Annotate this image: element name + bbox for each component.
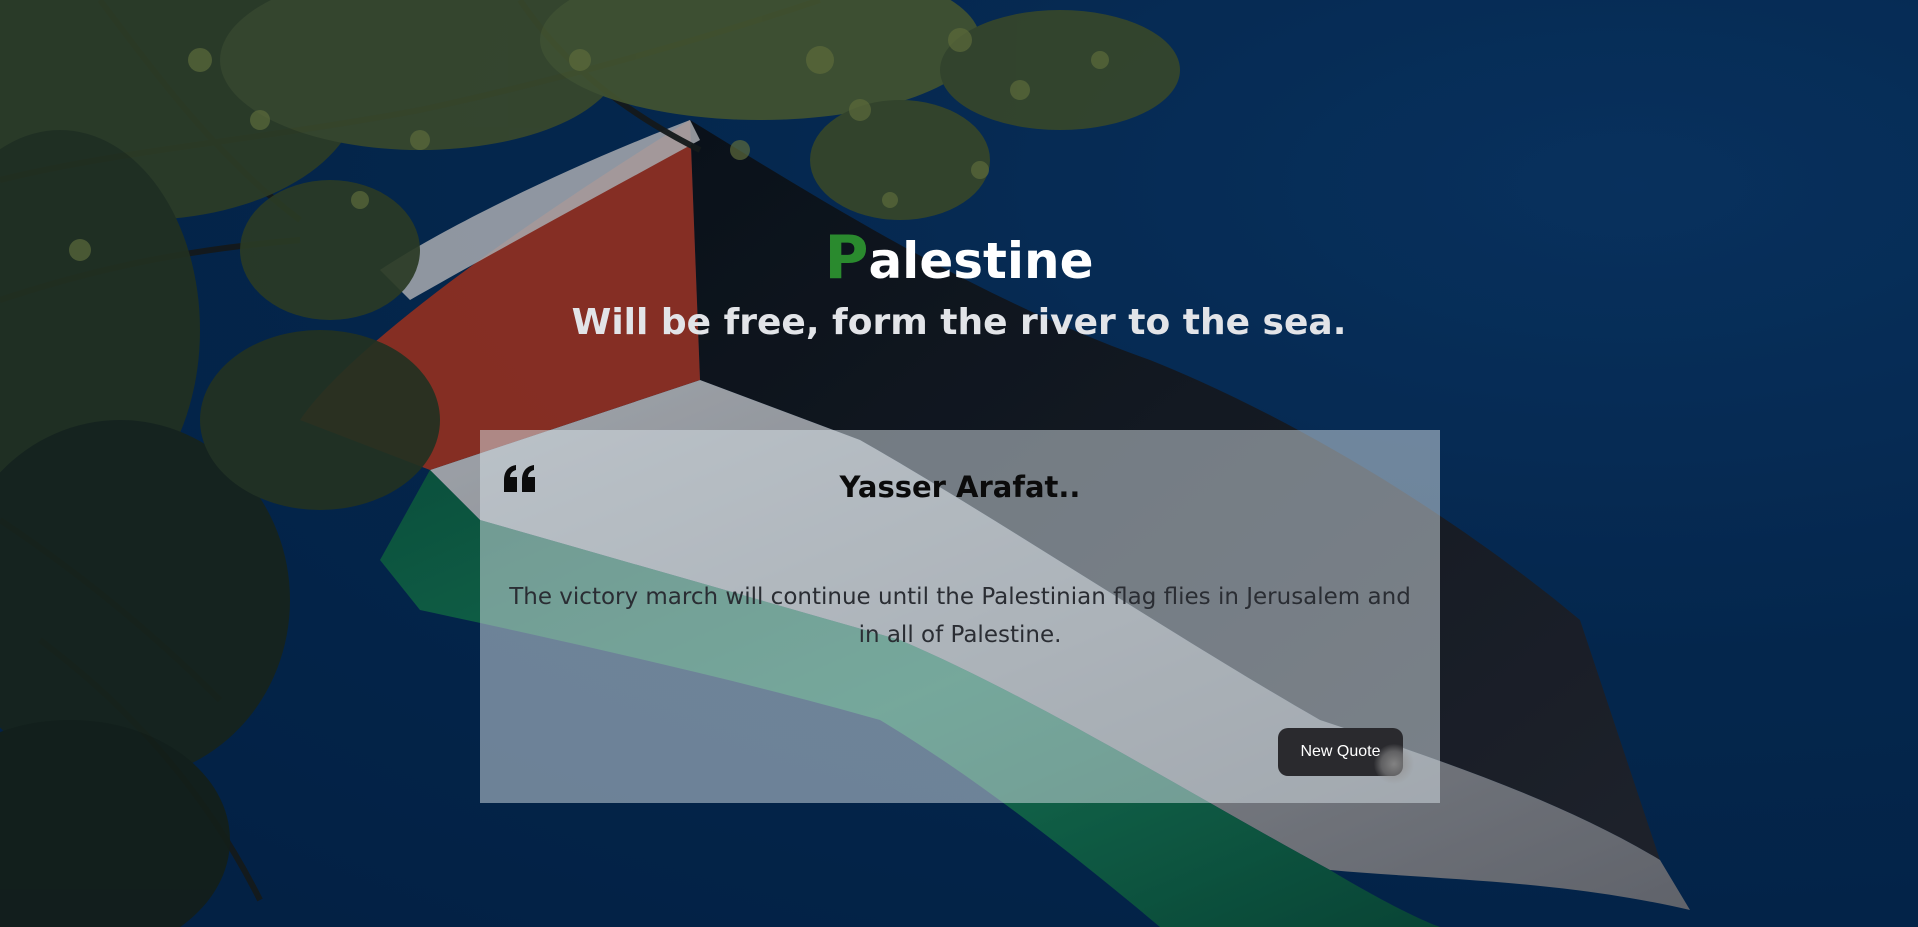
page-title: Palestine — [0, 228, 1918, 291]
quote-text: The victory march will continue until th… — [509, 584, 1411, 648]
quote-card: Yasser Arafat.. The victory march will c… — [480, 430, 1440, 803]
title-rest: alestine — [868, 232, 1094, 290]
quote-author: Yasser Arafat.. — [839, 470, 1081, 504]
page: Palestine Will be free, form the river t… — [0, 0, 1918, 927]
new-quote-button[interactable]: New Quote — [1278, 728, 1403, 776]
hero-header: Palestine Will be free, form the river t… — [0, 228, 1918, 345]
title-initial-letter: P — [824, 223, 869, 293]
page-subtitle: Will be free, form the river to the sea. — [571, 302, 1347, 343]
